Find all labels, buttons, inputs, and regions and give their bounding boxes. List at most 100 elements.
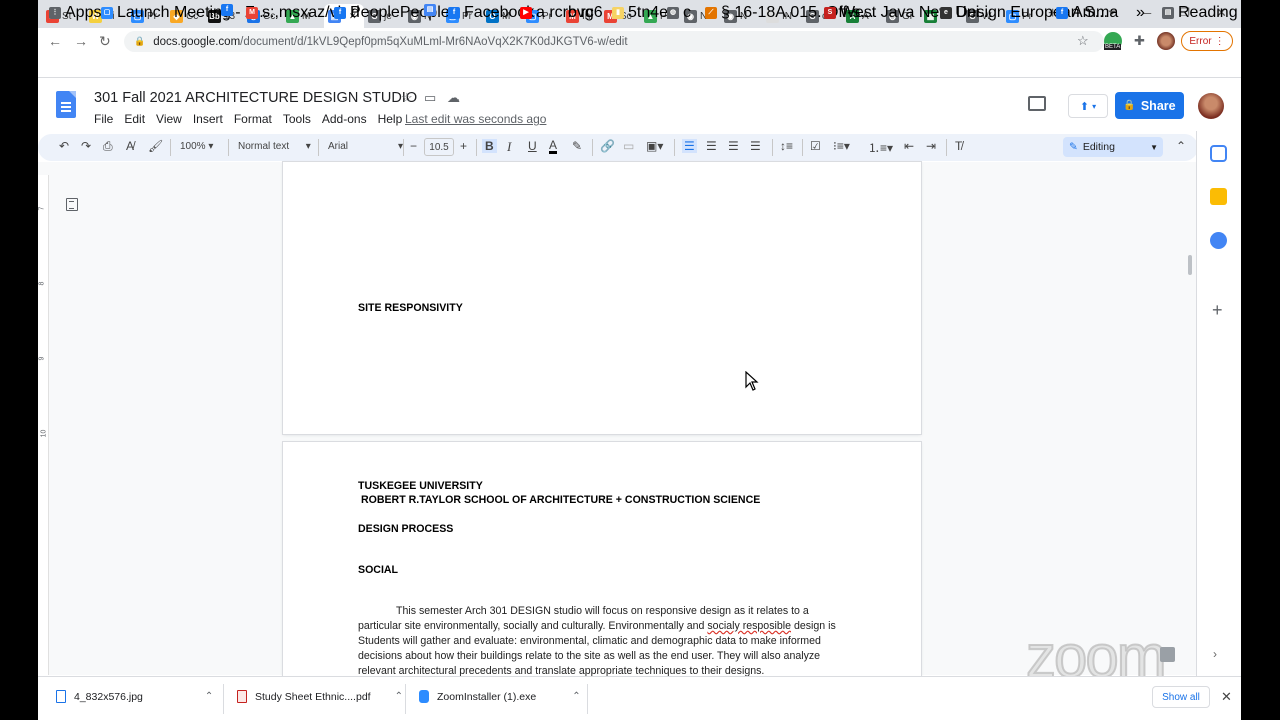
editing-mode-select[interactable]: ✎ Editing ▼ bbox=[1063, 137, 1163, 157]
align-right-icon[interactable]: ☰ bbox=[728, 139, 739, 153]
insert-image-icon[interactable]: ▣▾ bbox=[646, 139, 663, 153]
bookmark-item[interactable]: ▤ Reading list bbox=[1162, 4, 1241, 22]
reload-icon[interactable]: ↻ bbox=[99, 33, 111, 50]
forward-icon[interactable]: → bbox=[74, 33, 88, 49]
justify-icon[interactable]: ☰ bbox=[750, 139, 761, 153]
school-name[interactable]: ROBERT R.TAYLOR SCHOOL OF ARCHITECTURE +… bbox=[358, 494, 760, 506]
undo-icon[interactable]: ↶ bbox=[59, 139, 69, 153]
paint-format-icon[interactable]: 🖌 bbox=[148, 139, 163, 153]
body-paragraph[interactable]: This semester Arch 301 DESIGN studio wil… bbox=[358, 604, 848, 679]
subsection-heading[interactable]: SOCIAL bbox=[358, 564, 398, 576]
extensions-puzzle-icon[interactable]: ✚ bbox=[1134, 33, 1145, 49]
university-name[interactable]: TUSKEGEE UNIVERSITY bbox=[358, 480, 483, 492]
menu-format[interactable]: Format bbox=[234, 112, 272, 126]
font-select[interactable]: Arial ▾ bbox=[328, 141, 403, 152]
profile-avatar[interactable] bbox=[1157, 32, 1175, 50]
mouse-cursor-icon bbox=[745, 371, 759, 391]
spellcheck-icon[interactable]: A̸ bbox=[126, 139, 134, 153]
bookmark-item[interactable]: ⋮ Apps bbox=[49, 4, 101, 22]
close-downloads-icon[interactable]: ✕ bbox=[1221, 689, 1232, 705]
ruler-tick-label: 8 bbox=[38, 281, 46, 286]
chevron-up-icon[interactable]: ⌃ bbox=[395, 691, 403, 702]
document-page[interactable] bbox=[283, 162, 921, 434]
chevron-up-icon[interactable]: ⌃ bbox=[205, 691, 213, 702]
increase-font-icon[interactable]: + bbox=[460, 139, 467, 153]
page-heading[interactable]: SITE RESPONSIVITY bbox=[358, 302, 463, 314]
zoom-controls-icon[interactable] bbox=[1160, 647, 1175, 662]
menu-help[interactable]: Help bbox=[378, 112, 403, 126]
bookmark-item[interactable]: bvg6 bbox=[568, 4, 603, 22]
numbered-list-icon[interactable]: ⒈≡▾ bbox=[868, 139, 893, 156]
bookmark-favicon-icon: S bbox=[824, 7, 836, 19]
scrollbar-thumb[interactable] bbox=[1188, 255, 1192, 275]
error-button[interactable]: Error ⋮ bbox=[1181, 31, 1233, 51]
last-edit-link[interactable]: Last edit was seconds ago bbox=[405, 112, 546, 126]
zoom-select[interactable]: 100% ▾ bbox=[180, 141, 213, 152]
collapse-menus-icon[interactable]: ⌃ bbox=[1176, 139, 1186, 153]
menu-insert[interactable]: Insert bbox=[193, 112, 223, 126]
ruler-tick-label: 9 bbox=[38, 356, 46, 361]
bookmark-item[interactable]: ▮ 5tn4e bbox=[612, 4, 668, 22]
section-heading[interactable]: DESIGN PROCESS bbox=[358, 523, 453, 535]
highlight-icon[interactable]: ✎ bbox=[572, 139, 582, 153]
bookmark-item[interactable]: ▢ Launch Meeting - Z... bbox=[101, 4, 268, 22]
chevron-right-icon[interactable]: › bbox=[1213, 647, 1217, 661]
checklist-icon[interactable]: ☑ bbox=[810, 139, 821, 153]
star-icon[interactable]: ☆ bbox=[401, 90, 413, 106]
line-spacing-icon[interactable]: ↕≡ bbox=[780, 139, 793, 153]
keep-icon[interactable] bbox=[1210, 188, 1227, 205]
align-center-icon[interactable]: ☰ bbox=[706, 139, 717, 153]
tasks-icon[interactable] bbox=[1210, 232, 1227, 249]
show-all-button[interactable]: Show all bbox=[1152, 686, 1210, 708]
add-on-plus-icon[interactable]: + bbox=[1212, 300, 1223, 321]
side-panel bbox=[1196, 131, 1241, 676]
user-avatar[interactable] bbox=[1198, 93, 1224, 119]
font-size-input[interactable]: 10.5 bbox=[424, 138, 454, 156]
share-button[interactable]: 🔒 Share bbox=[1115, 92, 1184, 119]
style-select[interactable]: Normal text ▾ bbox=[238, 141, 311, 152]
calendar-icon[interactable] bbox=[1210, 145, 1227, 162]
bulleted-list-icon[interactable]: ⁝≡▾ bbox=[833, 139, 850, 153]
back-icon[interactable]: ← bbox=[48, 33, 62, 49]
bookmark-item[interactable]: » bbox=[1136, 4, 1145, 22]
address-bar[interactable]: 🔒 docs.google.com/document/d/1kVL9Qepf0p… bbox=[124, 31, 1104, 52]
align-left-icon[interactable]: ☰ bbox=[682, 139, 697, 153]
document-title[interactable]: 301 Fall 2021 ARCHITECTURE DESIGN STUDIO bbox=[94, 90, 417, 106]
cloud-saved-icon[interactable]: ☁ bbox=[447, 90, 460, 106]
download-item[interactable]: ZoomInstaller (1).exe ⌃ bbox=[419, 690, 581, 703]
link-icon[interactable]: 🔗 bbox=[600, 139, 615, 153]
text-color-icon[interactable]: A bbox=[549, 139, 558, 154]
clear-formatting-icon[interactable]: T̸ bbox=[955, 139, 962, 153]
menu-file[interactable]: File bbox=[94, 112, 113, 126]
move-folder-icon[interactable]: ▭ bbox=[424, 90, 436, 106]
minimize-button[interactable]: – bbox=[1144, 5, 1151, 20]
bookmark-item[interactable]: ◍ c bbox=[667, 4, 691, 22]
document-outline-icon[interactable] bbox=[66, 198, 78, 211]
bold-icon[interactable]: B bbox=[482, 139, 497, 153]
italic-icon[interactable]: I bbox=[507, 139, 511, 155]
bookmark-item[interactable]: ▤ bbox=[424, 4, 440, 16]
increase-indent-icon[interactable]: ⇥ bbox=[926, 139, 936, 153]
bookmark-label: Apps bbox=[65, 4, 102, 21]
download-item[interactable]: Study Sheet Ethnic....pdf ⌃ bbox=[237, 690, 403, 703]
bookmark-item[interactable]: f bbox=[221, 4, 237, 16]
underline-icon[interactable]: U bbox=[528, 139, 537, 153]
add-comment-icon[interactable]: ▭ bbox=[623, 139, 634, 153]
menu-addons[interactable]: Add-ons bbox=[322, 112, 367, 126]
menu-tools[interactable]: Tools bbox=[283, 112, 311, 126]
redo-icon[interactable]: ↷ bbox=[81, 139, 91, 153]
bookmark-item[interactable]: f Amma bbox=[1056, 4, 1118, 22]
decrease-indent-icon[interactable]: ⇤ bbox=[904, 139, 914, 153]
menu-edit[interactable]: Edit bbox=[124, 112, 145, 126]
present-button[interactable]: ⬆ ▾ bbox=[1068, 94, 1108, 118]
comment-history-icon[interactable] bbox=[1028, 96, 1046, 111]
bookmark-favicon-icon: ▤ bbox=[1162, 7, 1174, 19]
print-icon[interactable]: ⎙ bbox=[103, 139, 113, 154]
menu-view[interactable]: View bbox=[156, 112, 182, 126]
misspelled-text[interactable]: socialy resposible bbox=[707, 620, 791, 632]
chevron-up-icon[interactable]: ⌃ bbox=[572, 691, 580, 702]
download-item[interactable]: 4_832x576.jpg ⌃ bbox=[56, 690, 213, 703]
bookmark-star-icon[interactable]: ☆ bbox=[1077, 33, 1089, 49]
docs-logo-icon[interactable] bbox=[56, 91, 76, 118]
decrease-font-icon[interactable]: − bbox=[410, 139, 417, 153]
